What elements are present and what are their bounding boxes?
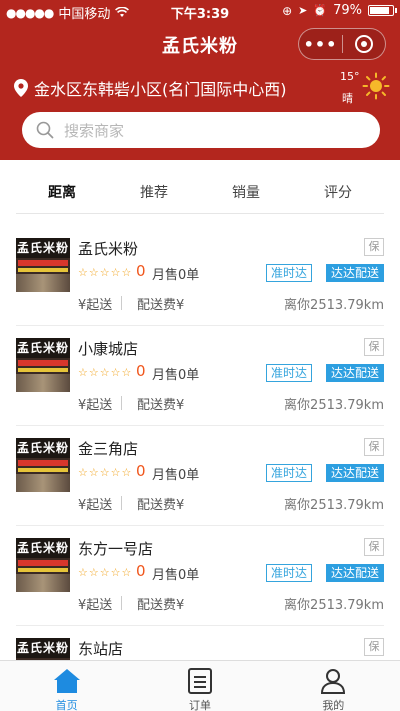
monthly-sales: 月售0单 [152,268,200,283]
delivery-fee: 配送费¥ [137,398,185,413]
shop-thumbnail: 孟氏米粉 [16,438,70,492]
divider [121,296,122,310]
shop-distance: 离你2513.79km [284,598,384,613]
shop-score: 0 [136,562,146,580]
tabbar-profile-label: 我的 [322,699,345,711]
order-icon [187,668,212,694]
rating-stars: ☆ ☆ ☆ ☆ ☆ [78,366,132,379]
rotation-lock-icon: ⊕ [282,3,293,18]
shop-score: 0 [136,362,146,380]
weather-temp: 15° [340,70,360,83]
shop-list-item[interactable]: 孟氏米粉 小康城店 保 ☆ ☆ ☆ ☆ ☆ 0 月售0单 准时达 达达配送 ¥起送 配送… [16,326,384,426]
header-area: ●●●●● 中国移动 下午3:39 ⊕ ➤ ⏰ 79% 孟氏米粉 ••• 金水区… [0,0,400,160]
search-placeholder: 搜索商家 [64,121,125,140]
battery-icon [368,5,397,16]
shop-list-item[interactable]: 孟氏米粉 金三角店 保 ☆ ☆ ☆ ☆ ☆ 0 月售0单 准时达 达达配送 ¥起送 配送… [16,426,384,526]
search-input[interactable]: 搜索商家 [22,112,380,148]
app-screen: ●●●●● 中国移动 下午3:39 ⊕ ➤ ⏰ 79% 孟氏米粉 ••• 金水区… [0,0,400,711]
guarantee-badge: 保 [364,638,384,656]
dada-delivery-tag: 达达配送 [325,364,384,382]
battery-percent: 79% [333,3,362,18]
location-address: 金水区东韩砦小区(名门国际中心西) [34,80,287,99]
monthly-sales: 月售0单 [152,468,200,483]
shop-list-item[interactable]: 孟氏米粉 东站店 保 [16,626,384,660]
rating-stars: ☆ ☆ ☆ ☆ ☆ [78,466,132,479]
search-icon [36,121,54,139]
tabbar-profile[interactable]: 我的 [267,661,400,711]
tabbar-orders-label: 订单 [188,699,211,711]
rating-stars: ☆ ☆ ☆ ☆ ☆ [78,566,132,579]
tabbar-home-label: 首页 [55,699,78,711]
shop-thumbnail: 孟氏米粉 [16,238,70,292]
shop-name: 东方一号店 [78,540,154,558]
alarm-icon: ⏰ [313,4,328,17]
location-selector[interactable]: 金水区东韩砦小区(名门国际中心西) [14,76,287,100]
on-time-tag: 准时达 [266,464,313,482]
dada-delivery-tag: 达达配送 [325,564,384,582]
delivery-fee: 配送费¥ [137,498,185,513]
tab-sales[interactable]: 销量 [200,172,292,213]
guarantee-badge: 保 [364,238,384,256]
close-mini-program-button[interactable] [343,35,385,53]
shop-thumbnail: 孟氏米粉 [16,638,70,660]
min-order: ¥起送 [78,498,113,513]
weather-condition: 晴 [342,92,353,105]
on-time-tag: 准时达 [266,564,313,582]
divider [121,496,122,510]
min-order: ¥起送 [78,398,113,413]
dada-delivery-tag: 达达配送 [325,264,384,282]
guarantee-badge: 保 [364,538,384,556]
guarantee-badge: 保 [364,338,384,356]
tabbar-orders[interactable]: 订单 [133,661,266,711]
tab-rating[interactable]: 评分 [292,172,384,213]
nav-bar: 孟氏米粉 ••• [0,24,400,64]
status-bar: ●●●●● 中国移动 下午3:39 ⊕ ➤ ⏰ 79% [0,0,400,22]
sun-icon [362,72,390,100]
on-time-tag: 准时达 [266,264,313,282]
home-icon [53,669,80,693]
location-arrow-icon: ➤ [298,4,308,17]
delivery-fee: 配送费¥ [137,298,185,313]
shop-score: 0 [136,462,146,480]
location-pin-icon [14,79,28,97]
shop-thumbnail: 孟氏米粉 [16,538,70,592]
shop-name: 小康城店 [78,340,139,358]
shop-name: 金三角店 [78,440,139,458]
shop-name: 东站店 [78,640,124,658]
monthly-sales: 月售0单 [152,368,200,383]
shop-distance: 离你2513.79km [284,498,384,513]
bottom-tab-bar: 首页 订单 我的 [0,660,400,711]
dada-delivery-tag: 达达配送 [325,464,384,482]
divider [121,596,122,610]
profile-icon [321,669,346,694]
target-icon [354,35,373,53]
shop-score: 0 [136,262,146,280]
shop-name: 孟氏米粉 [78,240,139,258]
shop-list: 孟氏米粉 孟氏米粉 保 ☆ ☆ ☆ ☆ ☆ 0 月售0单 准时达 达达配送 ¥起送 配送… [16,226,384,660]
shop-list-item[interactable]: 孟氏米粉 东方一号店 保 ☆ ☆ ☆ ☆ ☆ 0 月售0单 准时达 达达配送 ¥起送 配… [16,526,384,626]
on-time-tag: 准时达 [266,364,313,382]
guarantee-badge: 保 [364,438,384,456]
shop-list-item[interactable]: 孟氏米粉 孟氏米粉 保 ☆ ☆ ☆ ☆ ☆ 0 月售0单 准时达 达达配送 ¥起送 配送… [16,226,384,326]
min-order: ¥起送 [78,298,113,313]
shop-distance: 离你2513.79km [284,398,384,413]
min-order: ¥起送 [78,598,113,613]
weather-widget: 15° 晴 [340,70,390,105]
mini-program-capsule: ••• [298,28,386,60]
sort-tabs: 距离 推荐 销量 评分 [16,172,384,214]
tab-distance[interactable]: 距离 [16,172,108,213]
tabbar-home[interactable]: 首页 [0,661,133,711]
shop-distance: 离你2513.79km [284,298,384,313]
tab-recommend[interactable]: 推荐 [108,172,200,213]
delivery-fee: 配送费¥ [137,598,185,613]
shop-thumbnail: 孟氏米粉 [16,338,70,392]
more-menu-button[interactable]: ••• [299,35,342,54]
rating-stars: ☆ ☆ ☆ ☆ ☆ [78,266,132,279]
divider [121,396,122,410]
monthly-sales: 月售0单 [152,568,200,583]
